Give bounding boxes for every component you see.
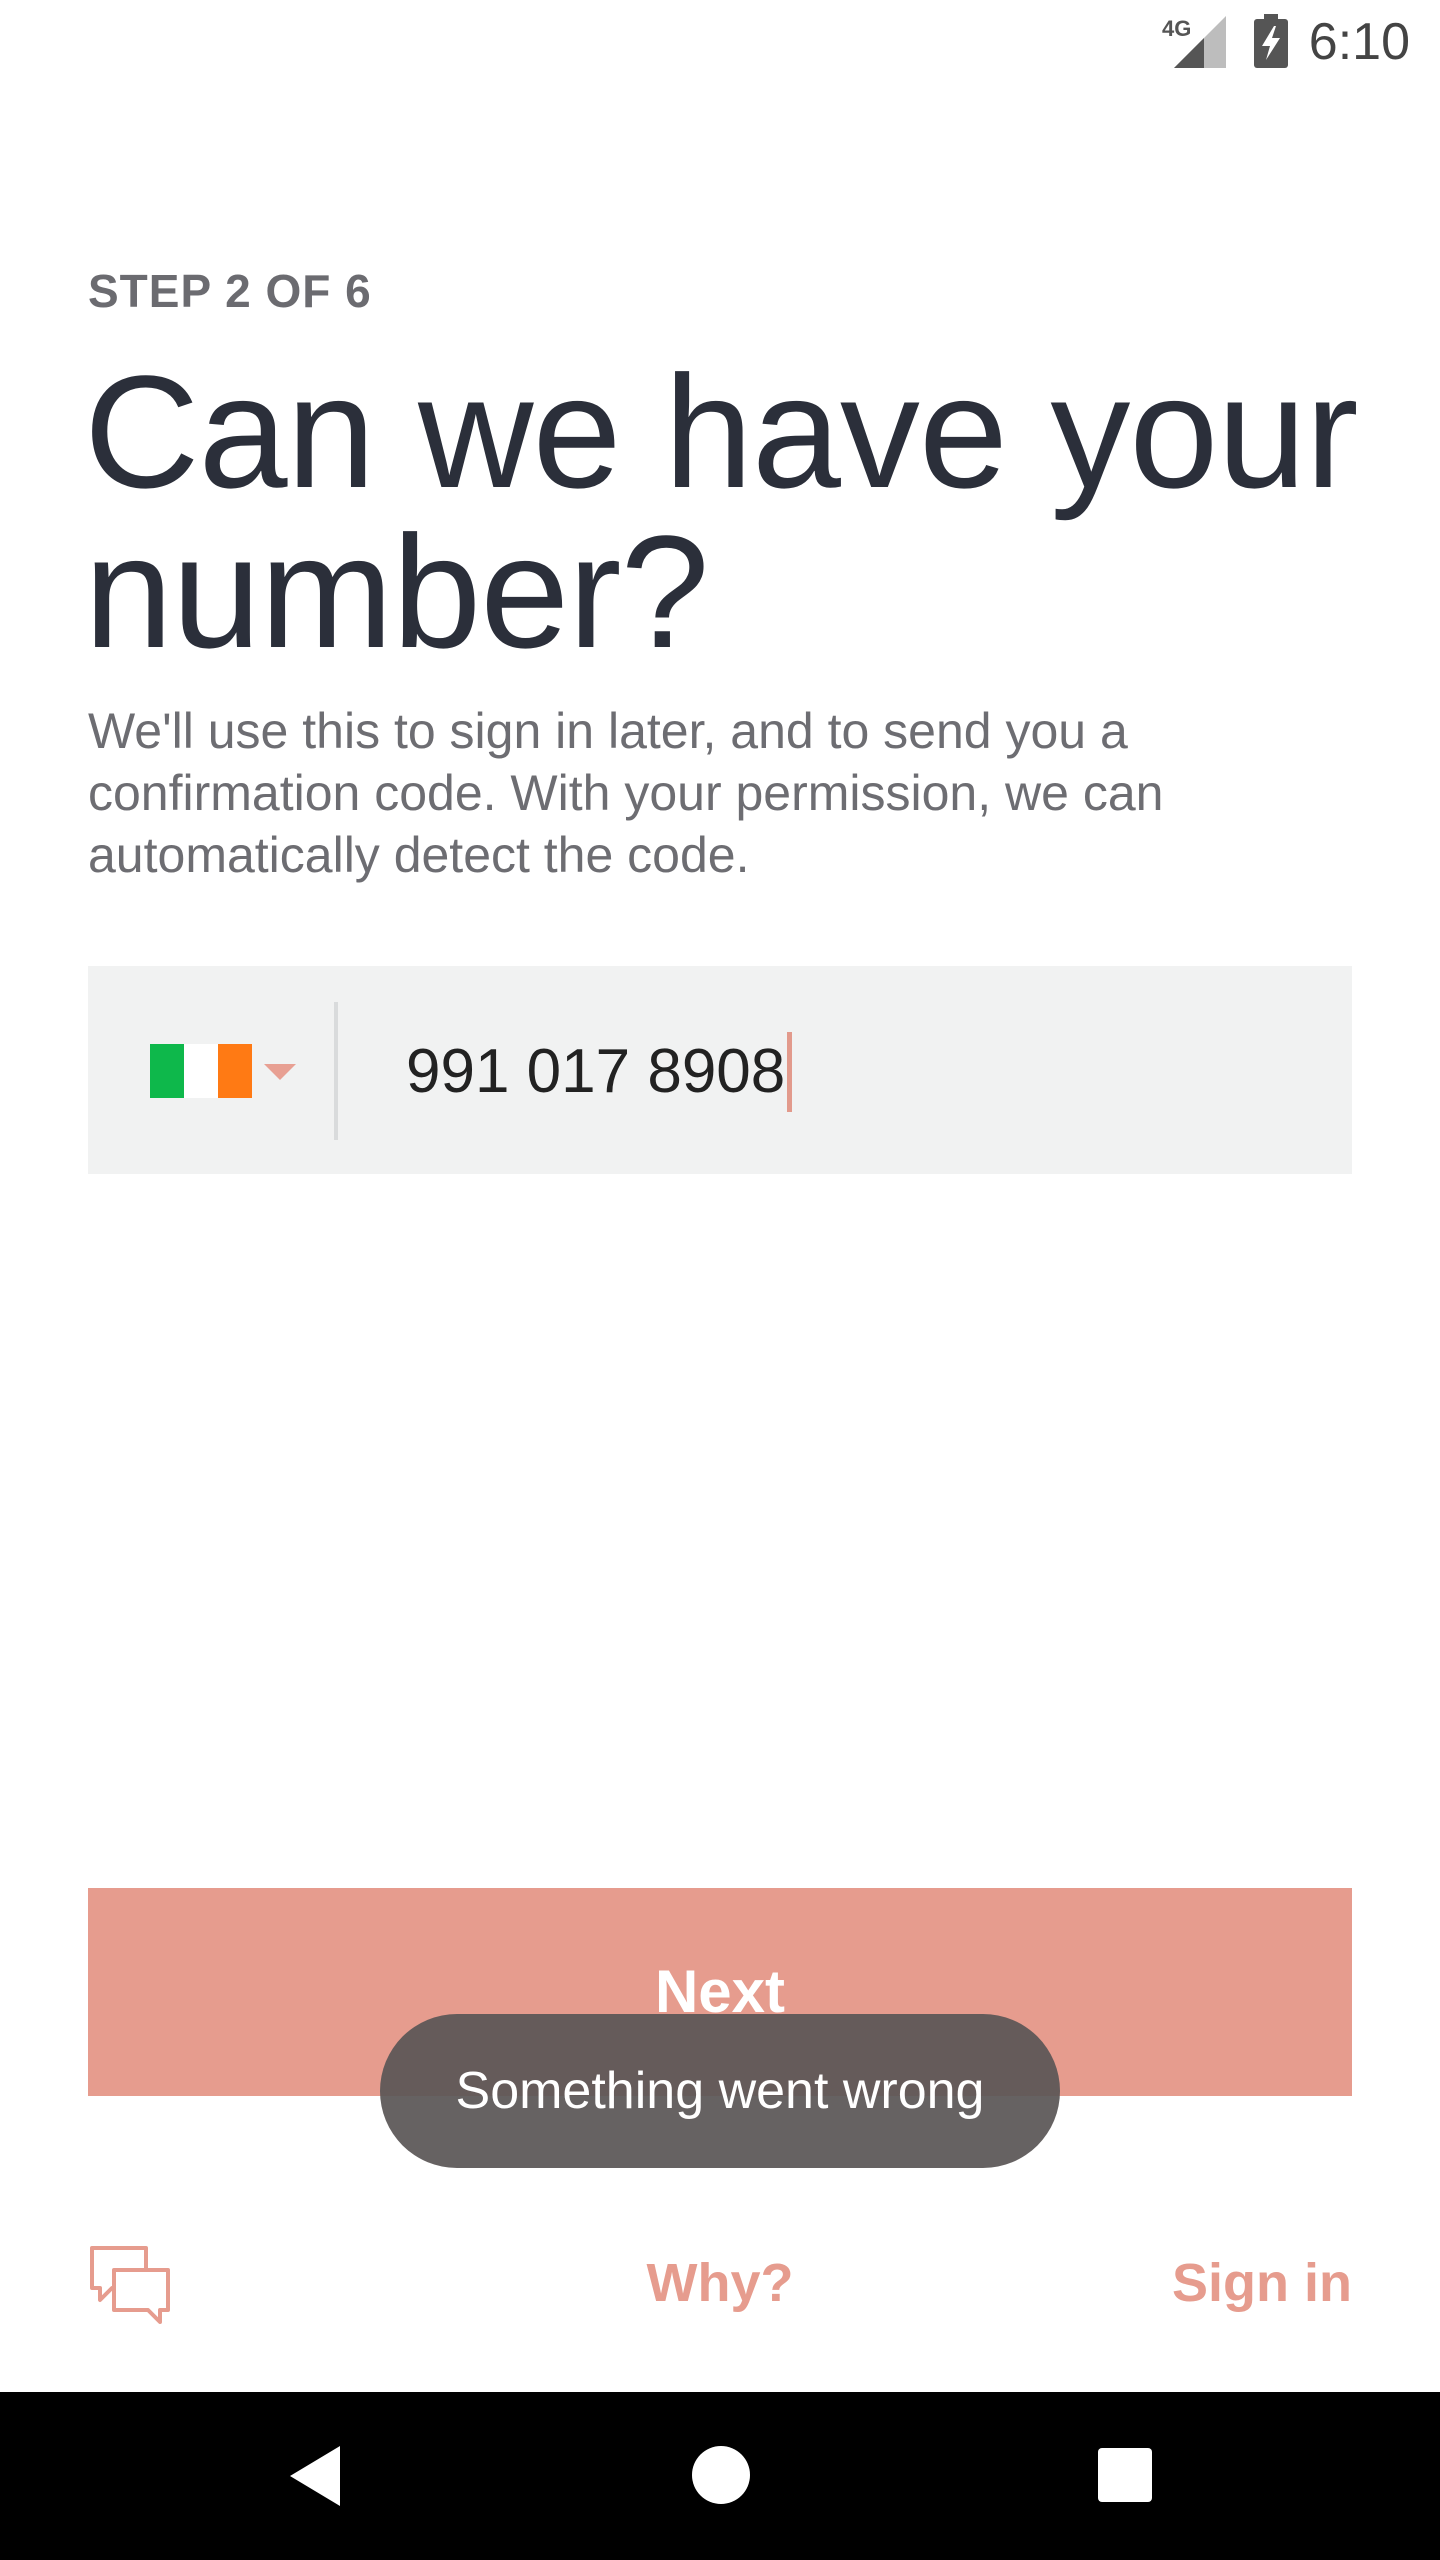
why-link[interactable]: Why? xyxy=(620,2252,820,2314)
sign-in-link[interactable]: Sign in xyxy=(1172,2252,1352,2314)
status-clock: 6:10 xyxy=(1308,13,1410,71)
step-indicator: STEP 2 OF 6 xyxy=(88,265,372,317)
country-code-picker[interactable] xyxy=(88,966,334,1174)
flag-icon-ireland xyxy=(150,1044,252,1098)
text-cursor xyxy=(787,1032,793,1112)
battery-charging-icon xyxy=(1254,14,1288,68)
flag-stripe-green xyxy=(150,1044,184,1098)
navigation-bar xyxy=(0,2392,1440,2560)
page-description: We'll use this to sign in later, and to … xyxy=(88,703,1164,883)
error-toast: Something went wrong xyxy=(380,2014,1060,2168)
recents-icon[interactable] xyxy=(1098,2448,1152,2502)
home-icon[interactable] xyxy=(692,2446,750,2504)
field-divider xyxy=(334,1002,338,1140)
chat-icon[interactable] xyxy=(88,2244,172,2328)
signal-icon: 4G xyxy=(1162,16,1226,68)
flag-stripe-orange xyxy=(218,1044,252,1098)
network-type-label: 4G xyxy=(1162,16,1191,41)
phone-number-value: 991 017 8908 xyxy=(406,1037,786,1106)
phone-number-field: 991 017 8908 xyxy=(88,966,1352,1174)
flag-stripe-white xyxy=(184,1044,218,1098)
phone-screen: 4G 6:10 STEP 2 OF 6 Can we have your num… xyxy=(0,0,1440,2560)
phone-number-input[interactable]: 991 017 8908 xyxy=(406,1022,793,1122)
chevron-down-icon xyxy=(264,1064,296,1080)
page-title: Can we have your number? xyxy=(84,342,1359,681)
status-bar: 4G 6:10 xyxy=(0,0,1440,84)
back-icon[interactable] xyxy=(290,2446,340,2506)
